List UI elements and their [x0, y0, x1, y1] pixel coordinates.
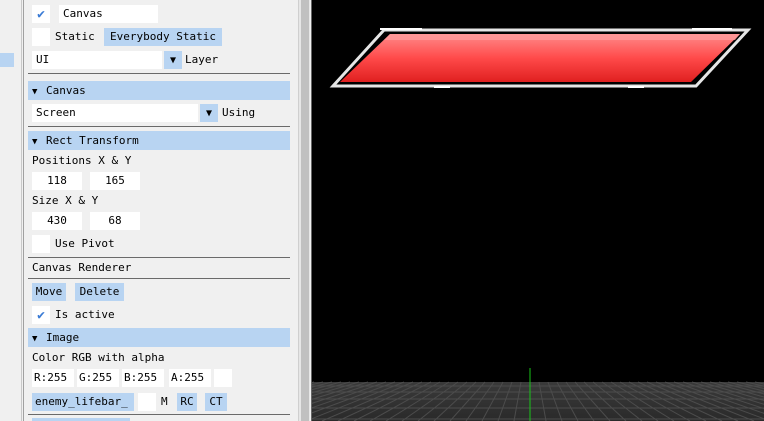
active-checkbox[interactable]: ✔ — [32, 5, 50, 23]
checkmark-icon: ✔ — [37, 307, 45, 323]
size-y-field[interactable]: 68 — [90, 212, 140, 230]
scene-render — [312, 28, 764, 421]
using-label: Using — [222, 106, 256, 119]
is-active-checkbox[interactable]: ✔ — [32, 306, 50, 324]
separator — [28, 73, 290, 74]
render-mode-dropdown[interactable]: Screen — [32, 104, 198, 122]
scrollbar-thumb[interactable] — [301, 0, 309, 421]
rect-transform-header[interactable]: ▼ Rect Transform — [28, 131, 290, 150]
ct-button[interactable]: CT — [205, 393, 227, 411]
move-button[interactable]: Move — [32, 283, 66, 301]
separator — [28, 126, 290, 127]
triangle-down-icon: ▼ — [32, 137, 38, 147]
triangle-down-icon: ▼ — [205, 107, 213, 119]
color-r-field[interactable]: R:255 — [32, 369, 74, 387]
m-label: M — [161, 395, 168, 408]
delete-button[interactable]: Delete — [75, 283, 124, 301]
inspector-scrollbar[interactable] — [298, 0, 310, 421]
color-b-field[interactable]: B:255 — [122, 369, 164, 387]
layer-dropdown[interactable]: UI — [32, 51, 162, 69]
triangle-down-icon: ▼ — [32, 87, 38, 97]
checkmark-icon: ✔ — [37, 6, 45, 22]
enemy-lifebar-frame — [329, 28, 752, 88]
canvas-renderer-label: Canvas Renderer — [32, 261, 132, 274]
hierarchy-selected-item[interactable] — [0, 53, 14, 67]
floor-grid — [312, 368, 764, 421]
render-mode-dropdown-arrow[interactable]: ▼ — [200, 104, 218, 122]
color-g-field[interactable]: G:255 — [77, 369, 119, 387]
static-label: Static — [55, 30, 95, 43]
pos-y-field[interactable]: 165 — [90, 172, 140, 190]
separator — [28, 414, 290, 415]
canvas-header-label: Canvas — [46, 84, 86, 97]
color-a-field[interactable]: A:255 — [169, 369, 211, 387]
hierarchy-strip — [0, 0, 22, 421]
object-name-field[interactable]: Canvas — [59, 5, 158, 23]
texture-extra-field[interactable] — [138, 393, 156, 411]
pos-x-field[interactable]: 118 — [32, 172, 82, 190]
separator — [28, 257, 290, 258]
static-dropdown[interactable]: Everybody Static — [104, 28, 222, 46]
color-label: Color RGB with alpha — [32, 351, 165, 364]
triangle-down-icon: ▼ — [32, 334, 38, 344]
size-label: Size X & Y — [32, 194, 99, 207]
image-header[interactable]: ▼ Image — [28, 328, 290, 347]
positions-label: Positions X & Y — [32, 154, 132, 167]
canvas-header[interactable]: ▼ Canvas — [28, 81, 290, 100]
texture-dropdown[interactable]: enemy_lifebar_ — [32, 393, 134, 411]
size-x-field[interactable]: 430 — [32, 212, 82, 230]
layer-dropdown-arrow[interactable]: ▼ — [164, 51, 182, 69]
image-header-label: Image — [46, 331, 80, 344]
layer-label: Layer — [185, 53, 219, 66]
scene-viewport[interactable] — [311, 0, 764, 421]
rc-button[interactable]: RC — [177, 393, 197, 411]
is-active-label: Is active — [55, 308, 115, 321]
static-checkbox[interactable] — [32, 28, 50, 46]
use-pivot-checkbox[interactable] — [32, 235, 50, 253]
separator — [28, 278, 290, 279]
rect-transform-header-label: Rect Transform — [46, 134, 139, 147]
color-swatch[interactable] — [214, 369, 232, 387]
use-pivot-label: Use Pivot — [55, 237, 115, 250]
triangle-down-icon: ▼ — [169, 54, 177, 66]
